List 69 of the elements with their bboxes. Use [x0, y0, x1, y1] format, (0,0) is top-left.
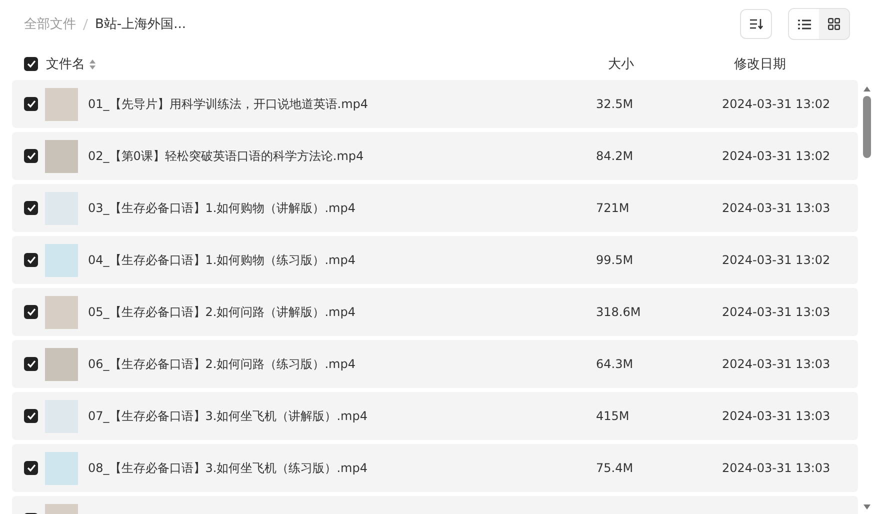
- name-column-header[interactable]: 文件名: [46, 55, 85, 73]
- row-checkbox[interactable]: [24, 149, 38, 163]
- scroll-up-icon[interactable]: [863, 86, 871, 92]
- check-icon: [26, 412, 36, 420]
- video-thumbnail: [45, 452, 78, 484]
- file-row[interactable]: 07_【生存必备口语】3.如何坐飞机（讲解版）.mp4 415M 2024-03-31 13:03: [12, 392, 858, 440]
- select-all-checkbox[interactable]: [24, 57, 38, 71]
- breadcrumb-separator: [83, 18, 88, 30]
- file-row[interactable]: 02_【第0课】轻松突破英语口语的科学方法论.mp4 84.2M 2024-03-31 13:02: [12, 132, 858, 180]
- file-row[interactable]: 04_【生存必备口语】1.如何购物（练习版）.mp4 99.5M 2024-03-31 13:02: [12, 236, 858, 284]
- scrollbar-thumb[interactable]: [863, 96, 871, 158]
- list-icon: [798, 18, 810, 30]
- check-icon: [26, 308, 36, 316]
- check-icon: [26, 464, 36, 472]
- row-checkbox[interactable]: [24, 357, 38, 371]
- file-name: 01_【先导片】用科学训练法，开口说地道英语.mp4: [88, 96, 370, 112]
- check-icon: [26, 100, 36, 108]
- check-icon: [26, 204, 36, 212]
- file-name: 08_【生存必备口语】3.如何坐飞机（练习版）.mp4: [88, 460, 368, 476]
- video-thumbnail: [45, 348, 78, 380]
- file-row[interactable]: 06_【生存必备口语】2.如何问路（练习版）.mp4 64.3M 2024-03-31 13:03: [12, 340, 858, 388]
- row-checkbox[interactable]: [24, 305, 38, 319]
- modified-date: 2024-03-31 13:02: [722, 149, 830, 163]
- file-size: 318.6M: [596, 305, 642, 319]
- file-size: 415M: [596, 409, 630, 423]
- size-column-header: 大小: [608, 56, 635, 73]
- modified-date: 2024-03-31 13:02: [722, 97, 830, 111]
- file-size: 99.5M: [596, 253, 634, 267]
- row-checkbox[interactable]: [24, 201, 38, 215]
- check-icon: [26, 152, 36, 160]
- modified-date: 2024-03-31 13:03: [722, 461, 830, 475]
- file-name: 02_【第0课】轻松突破英语口语的科学方法论.mp4: [88, 148, 365, 164]
- file-size: 32.5M: [596, 97, 634, 111]
- file-name: 07_【生存必备口语】3.如何坐飞机（讲解版）.mp4: [88, 408, 368, 424]
- video-thumbnail: [45, 296, 78, 328]
- sort-icon: [749, 18, 763, 30]
- modified-date: 2024-03-31 13:03: [722, 357, 830, 371]
- row-checkbox[interactable]: [24, 97, 38, 111]
- video-thumbnail: [45, 244, 78, 276]
- grid-icon: [828, 18, 840, 30]
- check-icon: [26, 60, 36, 68]
- file-row[interactable]: 05_【生存必备口语】2.如何问路（讲解版）.mp4 318.6M 2024-03-31 13:03: [12, 288, 858, 336]
- row-checkbox[interactable]: [24, 409, 38, 423]
- file-name: 04_【生存必备口语】1.如何购物（练习版）.mp4: [88, 252, 356, 268]
- list-view-button[interactable]: [789, 9, 819, 39]
- file-size: 721M: [596, 201, 630, 215]
- file-name: 03_【生存必备口语】1.如何购物（讲解版）.mp4: [88, 200, 356, 216]
- check-icon: [26, 256, 36, 264]
- file-size: 75.4M: [596, 461, 634, 475]
- modified-date: 2024-03-31 13:02: [722, 253, 830, 267]
- file-name: 05_【生存必备口语】2.如何问路（讲解版）.mp4: [88, 304, 356, 320]
- scroll-down-icon[interactable]: [863, 504, 871, 510]
- modified-date: 2024-03-31 13:03: [722, 305, 830, 319]
- file-row[interactable]: 08_【生存必备口语】3.如何坐飞机（练习版）.mp4 75.4M 2024-03-31 13:03: [12, 444, 858, 492]
- row-checkbox[interactable]: [24, 253, 38, 267]
- video-thumbnail: [45, 140, 78, 172]
- date-column-header: 修改日期: [734, 56, 786, 73]
- check-icon: [26, 360, 36, 368]
- file-row[interactable]: 03_【生存必备口语】1.如何购物（讲解版）.mp4 721M 2024-03-31 13:03: [12, 184, 858, 232]
- sort-button[interactable]: [740, 9, 772, 39]
- sort-arrows-icon[interactable]: [89, 58, 96, 70]
- file-row[interactable]: 01_【先导片】用科学训练法，开口说地道英语.mp4 32.5M 2024-03-31 13:02: [12, 80, 858, 128]
- file-size: 64.3M: [596, 357, 634, 371]
- file-size: 84.2M: [596, 149, 634, 163]
- video-thumbnail: [45, 88, 78, 120]
- file-name: 06_【生存必备口语】2.如何问路（练习版）.mp4: [88, 356, 356, 372]
- row-checkbox[interactable]: [24, 461, 38, 475]
- modified-date: 2024-03-31 13:03: [722, 201, 830, 215]
- modified-date: 2024-03-31 13:03: [722, 409, 830, 423]
